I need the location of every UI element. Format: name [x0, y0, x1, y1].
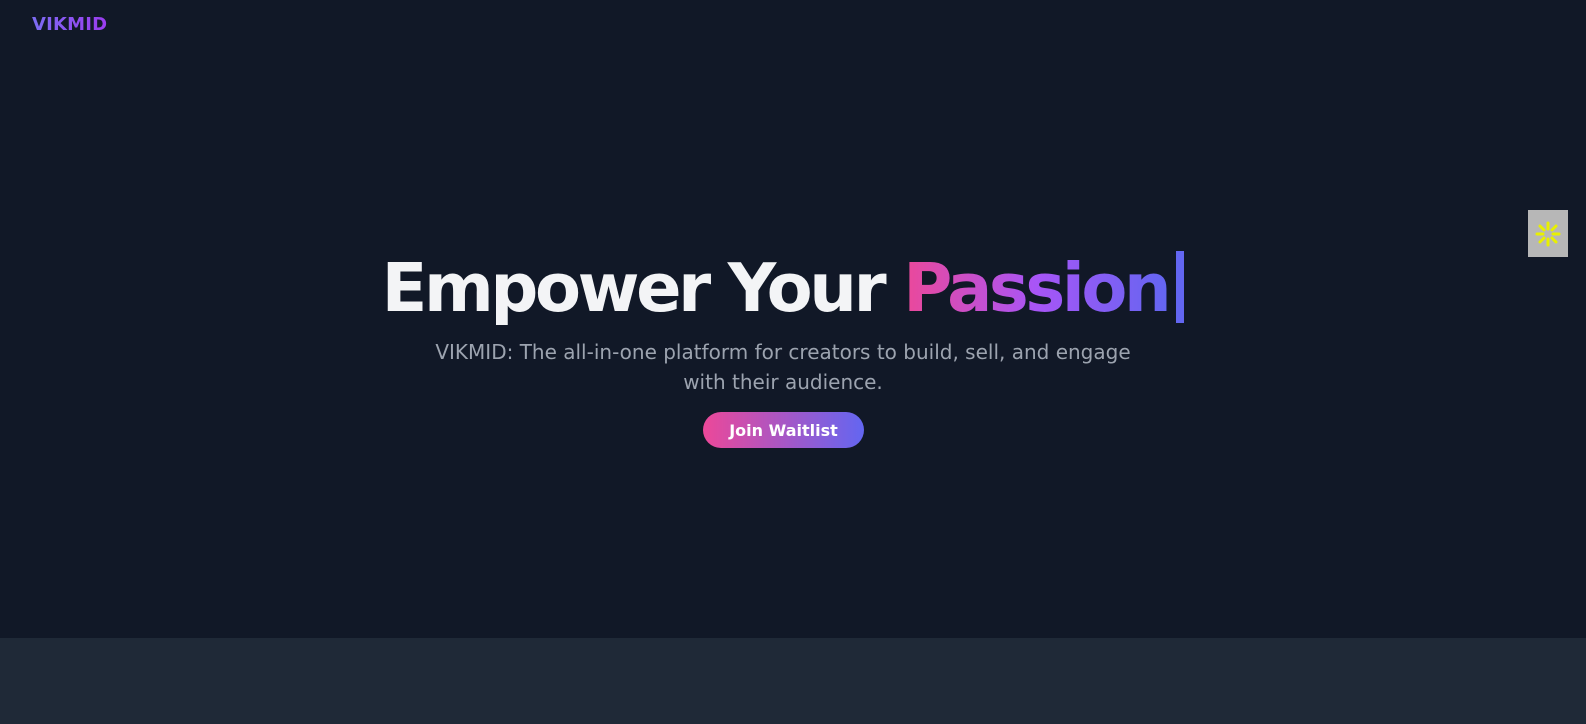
headline-accent-word: Passion: [903, 249, 1172, 327]
footer-band: [0, 638, 1586, 724]
hero-subtitle: VIKMID: The all-in-one platform for crea…: [435, 340, 1131, 394]
hero-headline: Empower Your Passion: [0, 247, 1566, 329]
hero-section: VIKMID Empower Your Passion VIKMID: The …: [0, 0, 1586, 645]
headline-prefix: Empower Your: [381, 249, 887, 327]
brand-logo[interactable]: VIKMID: [32, 14, 107, 35]
side-widget-button[interactable]: [1528, 210, 1568, 257]
typing-caret: [1176, 251, 1185, 323]
sparkle-icon: [1535, 221, 1561, 247]
join-waitlist-button[interactable]: Join Waitlist: [703, 412, 864, 448]
